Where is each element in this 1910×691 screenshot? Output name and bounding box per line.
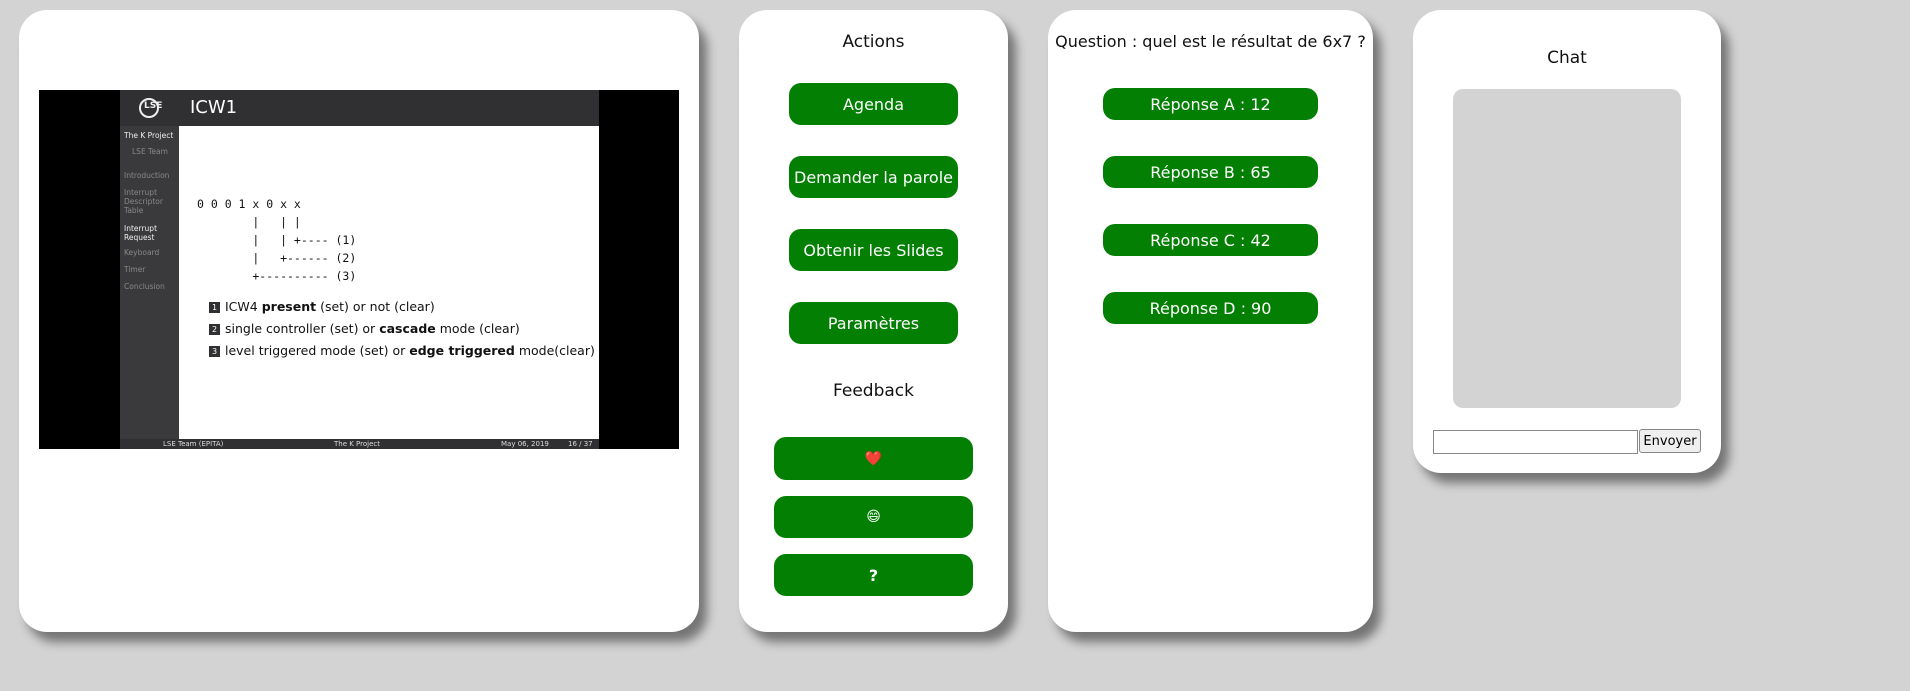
slide-footer-project: The K Project [334,440,381,448]
actions-title: Actions [842,32,905,52]
slide-code-block: 0 0 0 1 x 0 x x | | | | | +---- (1) | +-… [197,197,357,283]
slide-footer-author: LSE Team (EPITA) [163,440,224,448]
slide-sidebar: The K Project LSE Team Introduction Inte… [120,126,179,439]
send-button[interactable]: Envoyer [1639,429,1701,453]
get-slides-button[interactable]: Obtenir les Slides [789,229,958,271]
slide-footer-date: May 06, 2019 [501,440,549,448]
slide-title: ICW1 [190,97,238,118]
smiley-icon: 😄 [866,509,881,525]
slide-sidebar-item: Interrupt Request [124,224,158,242]
slide-sidebar-item: Keyboard [124,248,160,257]
answer-d-button[interactable]: Réponse D : 90 [1103,292,1318,324]
slide-sidebar-item: Interrupt Descriptor Table [124,188,163,215]
actions-panel: Actions Agenda Demander la parole Obteni… [739,10,1008,632]
quiz-question: Question : quel est le résultat de 6x7 ? [1055,32,1366,51]
video-panel: LSE ICW1 The K Project LSE Team Introduc… [19,10,699,632]
question-icon: ? [868,565,879,585]
slide-sidebar-item: Introduction [124,171,170,180]
heart-icon: ❤️ [864,450,883,467]
slide-sidebar-item: Timer [124,265,146,274]
settings-button[interactable]: Paramètres [789,302,958,344]
chat-messages[interactable] [1453,89,1681,408]
slide-footer-page: 16 / 37 [568,440,593,448]
slide-sidebar-item: Conclusion [124,282,165,291]
feedback-smile-button[interactable]: 😄 [774,496,973,538]
feedback-question-button[interactable]: ? [774,554,973,596]
video-player[interactable]: LSE ICW1 The K Project LSE Team Introduc… [39,90,679,449]
slide-bullet: 3 level triggered mode (set) or edge trig… [209,343,595,358]
chat-input[interactable] [1433,430,1638,454]
slide-sidebar-item: LSE Team [132,147,168,156]
answer-c-button[interactable]: Réponse C : 42 [1103,224,1318,256]
answer-a-button[interactable]: Réponse A : 12 [1103,88,1318,120]
chat-panel: Chat Envoyer [1413,10,1721,473]
feedback-heart-button[interactable]: ❤️ [774,437,973,480]
presentation-slide: LSE ICW1 The K Project LSE Team Introduc… [120,90,599,449]
slide-bullet: 2 single controller (set) or cascade mode… [209,321,520,336]
quiz-panel: Question : quel est le résultat de 6x7 ?… [1048,10,1373,632]
feedback-title: Feedback [833,381,914,401]
answer-b-button[interactable]: Réponse B : 65 [1103,156,1318,188]
slide-footer: LSE Team (EPITA) The K Project May 06, 2… [120,439,599,449]
slide-sidebar-item: The K Project [124,131,174,140]
agenda-button[interactable]: Agenda [789,83,958,125]
slide-header: LSE ICW1 [120,90,599,126]
slide-logo-text: LSE [144,101,163,111]
request-speak-button[interactable]: Demander la parole [789,156,958,198]
slide-bullet: 1 ICW4 present (set) or not (clear) [209,299,435,314]
chat-title: Chat [1547,48,1587,68]
